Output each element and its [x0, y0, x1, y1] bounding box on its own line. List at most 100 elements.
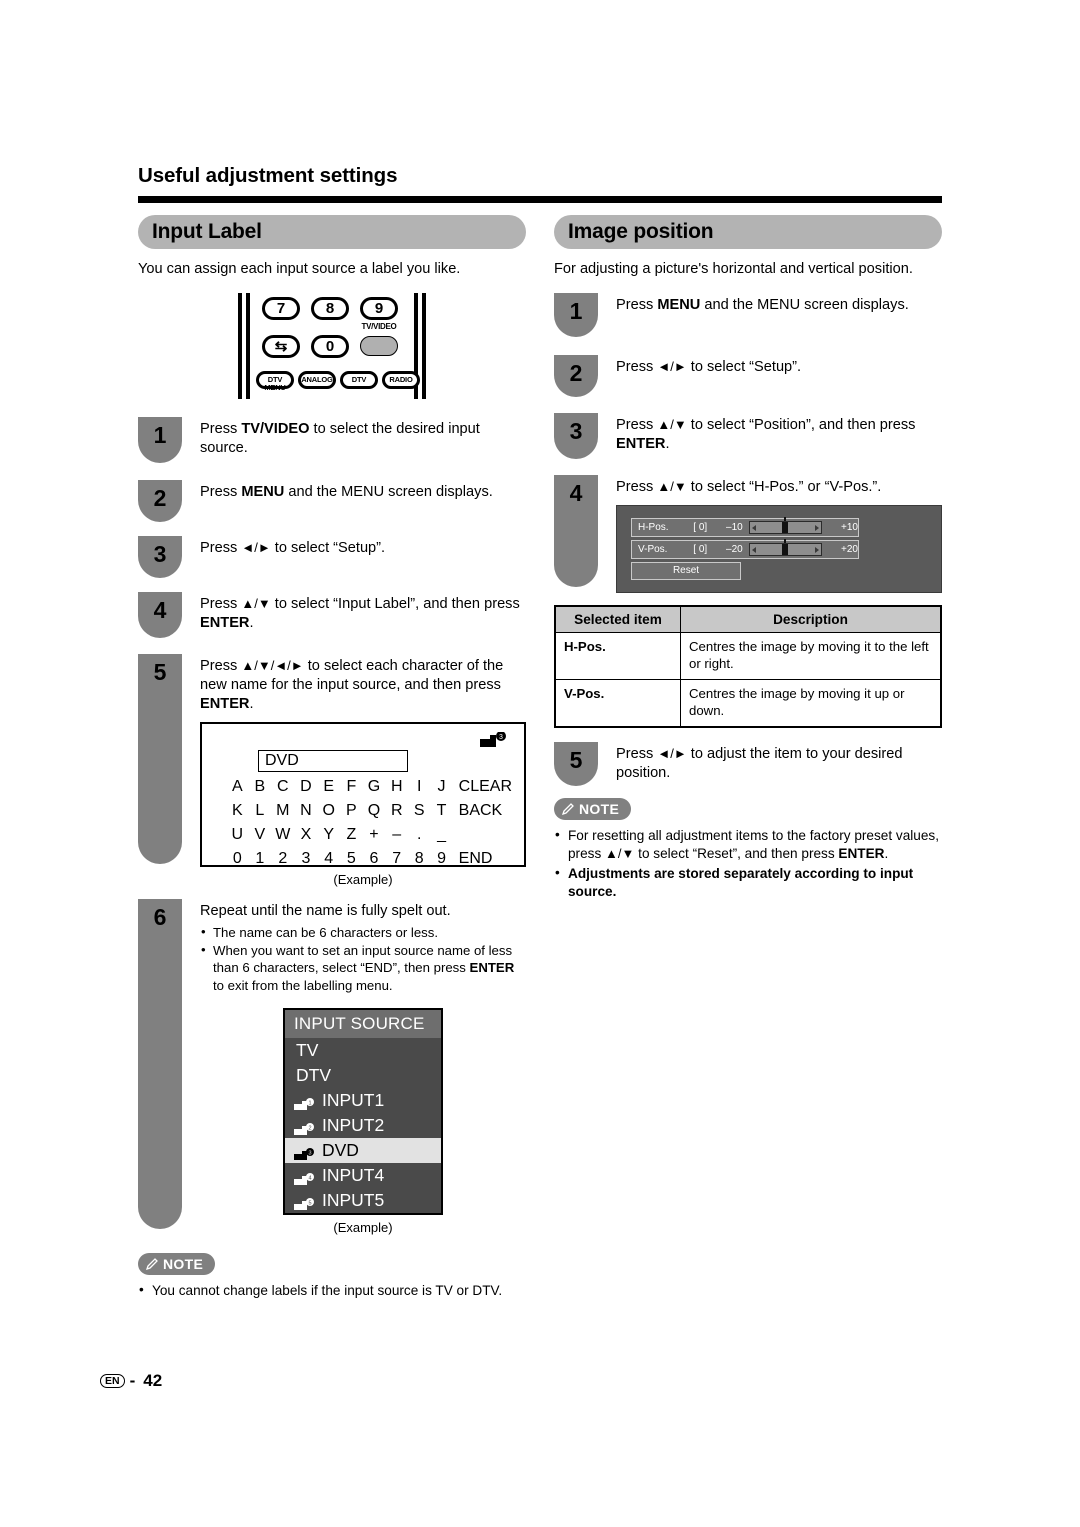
- char-cell-clear[interactable]: CLEAR: [453, 776, 512, 800]
- char-cell[interactable]: Q: [363, 800, 386, 824]
- char-cell[interactable]: E: [317, 776, 340, 800]
- char-cell[interactable]: 7: [385, 848, 408, 872]
- h-pos-row[interactable]: H-Pos. [ 0] –10 +10: [631, 517, 859, 538]
- step-4: 4 Press ▲/▼ to select “Input Label”, and…: [138, 592, 526, 644]
- char-cell[interactable]: X: [295, 824, 318, 848]
- char-cell[interactable]: J: [430, 776, 452, 800]
- name-input-field[interactable]: DVD: [258, 750, 408, 773]
- reset-button[interactable]: Reset: [631, 562, 741, 581]
- char-cell[interactable]: Z: [340, 824, 362, 848]
- char-cell-end[interactable]: END: [453, 848, 512, 872]
- char-cell[interactable]: 8: [408, 848, 430, 872]
- char-cell[interactable]: D: [295, 776, 318, 800]
- char-cell[interactable]: W: [271, 824, 295, 848]
- input-source-item-dtv[interactable]: DTV: [285, 1063, 441, 1088]
- char-cell[interactable]: 4: [317, 848, 340, 872]
- step-6-heading: Repeat until the name is fully spelt out…: [200, 903, 451, 920]
- remote-key-tv-video: [360, 336, 398, 357]
- step-2: 2 Press MENU and the MENU screen display…: [138, 480, 526, 526]
- slider-right-arrow-icon[interactable]: [815, 546, 820, 553]
- v-pos-label: V-Pos.: [638, 544, 668, 556]
- char-cell[interactable]: 5: [340, 848, 362, 872]
- input-source-item-input5[interactable]: 5 INPUT5: [285, 1188, 441, 1213]
- slider-left-arrow-icon[interactable]: [751, 524, 756, 531]
- step-6-bullet-1: The name can be 6 characters or less.: [200, 923, 526, 941]
- char-cell[interactable]: _: [430, 824, 452, 848]
- step-3-pre: Press: [200, 540, 242, 557]
- slider-right-arrow-icon[interactable]: [815, 524, 820, 531]
- table-row: H-Pos. Centres the image by moving it to…: [554, 632, 942, 681]
- char-cell[interactable]: .: [408, 824, 430, 848]
- step-3: 3 Press ◄/► to select “Setup”.: [138, 536, 526, 582]
- char-cell[interactable]: 6: [363, 848, 386, 872]
- step-3-mid: to select “Position”, and then press: [686, 417, 916, 434]
- step-2-post: to select “Setup”.: [686, 359, 802, 376]
- char-cell[interactable]: M: [271, 800, 295, 824]
- remote-edge-right-outer: [422, 293, 426, 400]
- input-source-item-input2[interactable]: 2 INPUT2: [285, 1113, 441, 1138]
- remote-edge-left-inner: [246, 293, 250, 400]
- charmap-row: A B C D E F G H I J CLEAR: [226, 776, 512, 800]
- char-cell[interactable]: H: [385, 776, 408, 800]
- step-6-bullets: The name can be 6 characters or less. Wh…: [200, 923, 526, 994]
- svg-text:3: 3: [499, 734, 503, 741]
- char-cell[interactable]: C: [271, 776, 295, 800]
- input-source-item-tv[interactable]: TV: [285, 1038, 441, 1063]
- step-number-badge: 1: [138, 417, 182, 464]
- char-cell[interactable]: F: [340, 776, 362, 800]
- char-cell-back[interactable]: BACK: [453, 800, 512, 824]
- slider-left-arrow-icon[interactable]: [751, 546, 756, 553]
- input-source-item-dvd[interactable]: 3 DVD: [285, 1137, 441, 1163]
- char-cell[interactable]: +: [363, 824, 386, 848]
- remote-key-8: 8: [311, 297, 349, 321]
- step-3-arrows: ◄/►: [241, 540, 271, 556]
- plug-5-icon: 5: [294, 1194, 316, 1210]
- char-cell[interactable]: G: [363, 776, 386, 800]
- remote-key-9: 9: [360, 297, 398, 321]
- char-cell[interactable]: 0: [226, 848, 249, 872]
- pen-icon: [561, 803, 574, 815]
- char-cell[interactable]: –: [385, 824, 408, 848]
- input-source-item-input4[interactable]: 4 INPUT4: [285, 1163, 441, 1188]
- input-source-item-input1[interactable]: 1 INPUT1: [285, 1088, 441, 1113]
- table-row: V-Pos. Centres the image by moving it up…: [554, 679, 942, 728]
- char-cell[interactable]: A: [226, 776, 249, 800]
- char-cell[interactable]: K: [226, 800, 249, 824]
- char-cell[interactable]: T: [430, 800, 452, 824]
- char-cell[interactable]: 3: [295, 848, 318, 872]
- char-cell[interactable]: 9: [430, 848, 452, 872]
- column-header-description: Description: [680, 605, 942, 634]
- input-source-item-label: TV: [296, 1040, 319, 1061]
- char-cell[interactable]: N: [295, 800, 318, 824]
- input-source-item-label: INPUT5: [322, 1190, 385, 1211]
- slider-knob[interactable]: [782, 522, 789, 534]
- char-cell[interactable]: 2: [271, 848, 295, 872]
- char-cell[interactable]: R: [385, 800, 408, 824]
- char-cell[interactable]: 1: [249, 848, 271, 872]
- character-map: A B C D E F G H I J CLEAR K L M N O P Q …: [226, 776, 512, 872]
- char-cell[interactable]: O: [317, 800, 340, 824]
- tv-video-label: TV/VIDEO: [361, 322, 397, 332]
- char-cell[interactable]: I: [408, 776, 430, 800]
- char-cell[interactable]: S: [408, 800, 430, 824]
- step-5-arrows: ◄/►: [657, 745, 687, 761]
- char-cell[interactable]: U: [226, 824, 249, 848]
- char-cell[interactable]: V: [249, 824, 271, 848]
- h-pos-slider[interactable]: [748, 517, 823, 535]
- plug-1-icon: 1: [294, 1094, 316, 1110]
- char-cell[interactable]: P: [340, 800, 362, 824]
- char-cell[interactable]: B: [249, 776, 271, 800]
- remote-key-7: 7: [262, 297, 300, 321]
- v-pos-row[interactable]: V-Pos. [ 0] –20 +20: [631, 539, 859, 560]
- slider-knob[interactable]: [782, 544, 789, 556]
- v-pos-slider[interactable]: [748, 539, 823, 557]
- step-number-badge: 2: [554, 355, 598, 398]
- note-1-arrows: ▲/▼: [605, 845, 635, 861]
- char-cell[interactable]: Y: [317, 824, 340, 848]
- char-cell[interactable]: L: [249, 800, 271, 824]
- step-4-mid: to select “Input Label”, and then press: [270, 596, 520, 613]
- input-source-item-label: INPUT4: [322, 1165, 385, 1186]
- remote-key-dtv: DTV: [340, 371, 378, 390]
- note-1-mid: to select “Reset”, and then press: [634, 845, 839, 861]
- step-5-pre: Press: [200, 658, 242, 675]
